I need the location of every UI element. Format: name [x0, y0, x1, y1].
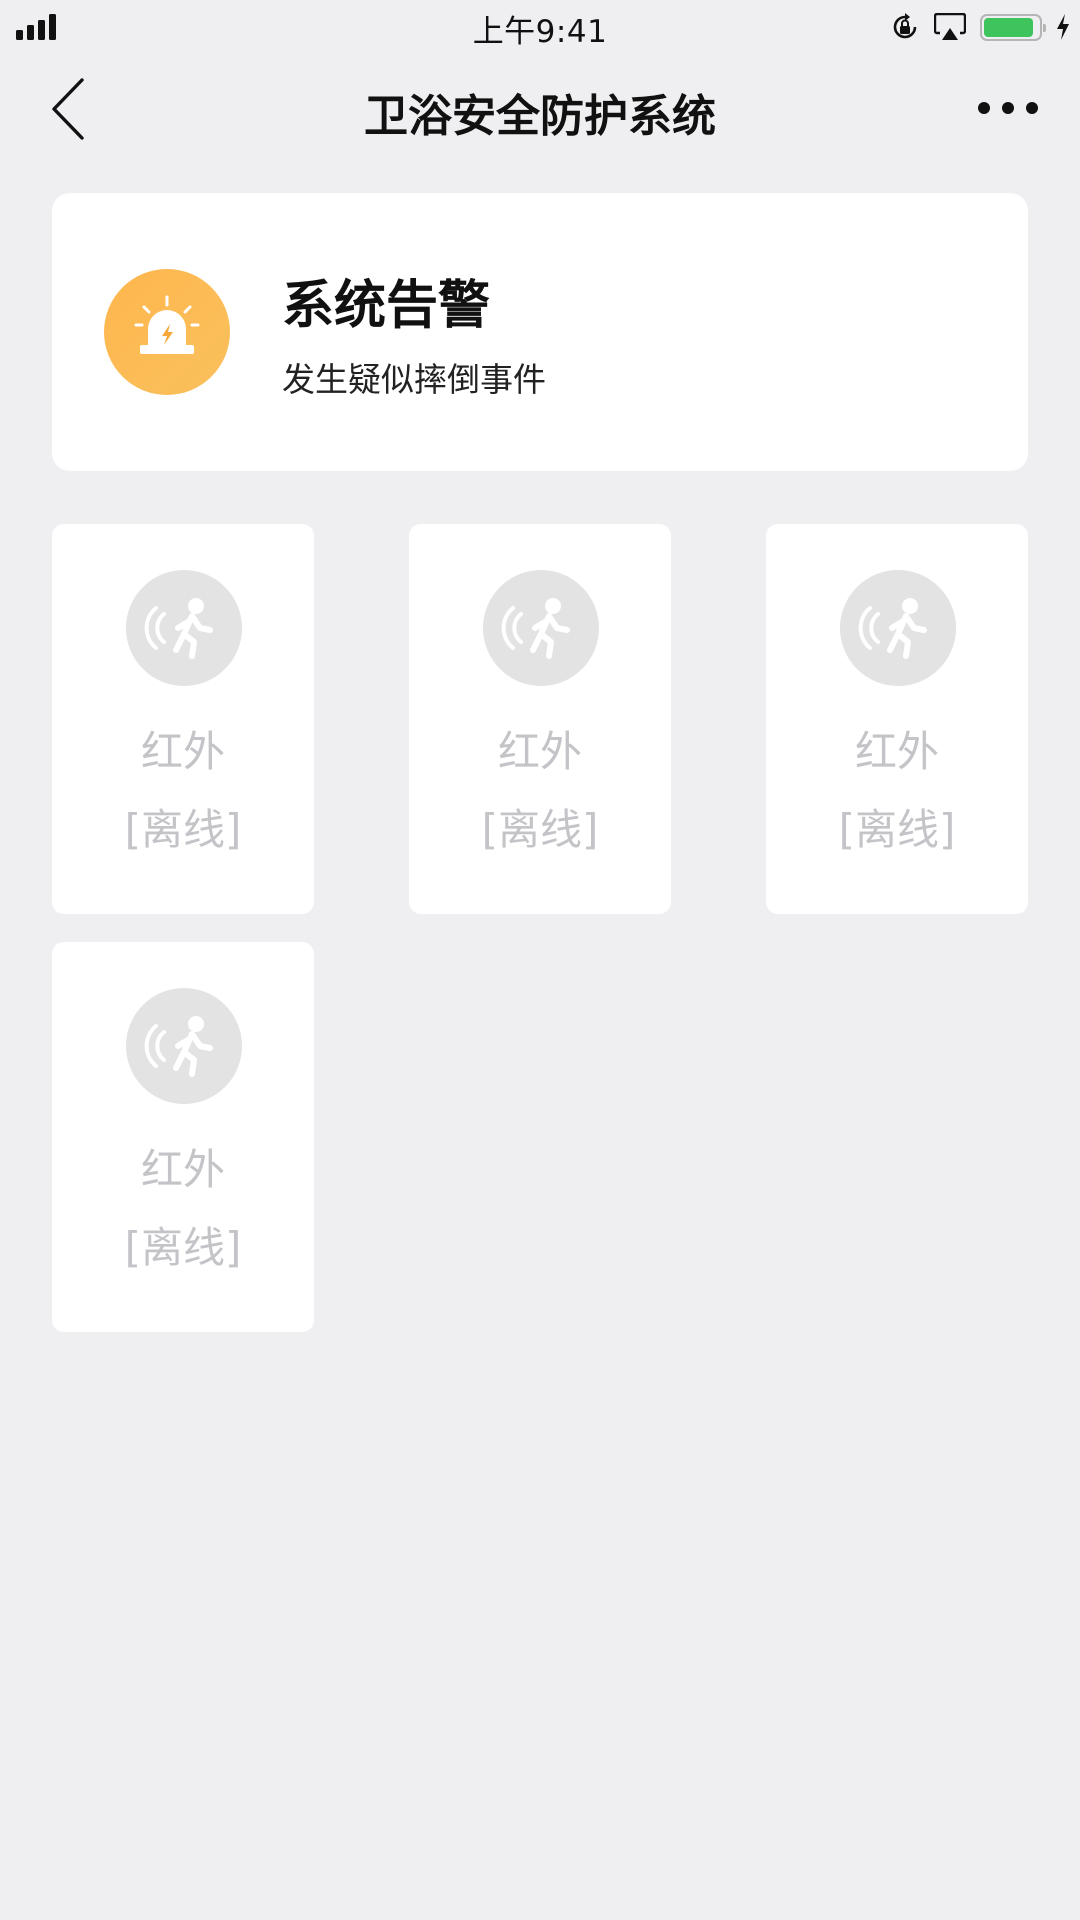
- alarm-siren-icon: [104, 269, 230, 395]
- device-card-4[interactable]: 红外 [离线]: [52, 942, 314, 1332]
- device-card-2[interactable]: 红外 [离线]: [409, 524, 671, 914]
- device-status: [离线]: [838, 805, 956, 854]
- status-icons: [890, 10, 1070, 44]
- more-icon[interactable]: [976, 98, 1040, 118]
- device-name: 红外: [140, 1145, 225, 1194]
- status-bar: 上午9:41: [0, 0, 1080, 54]
- device-status: [离线]: [124, 1223, 242, 1272]
- page-title: 卫浴安全防护系统: [364, 91, 716, 142]
- device-card-3[interactable]: 红外 [离线]: [766, 524, 1028, 914]
- system-alert-card[interactable]: 系统告警 发生疑似摔倒事件: [52, 193, 1028, 471]
- battery-level-fill: [984, 17, 1034, 37]
- device-name: 红外: [497, 727, 582, 776]
- device-name: 红外: [854, 727, 939, 776]
- device-status: [离线]: [481, 805, 599, 854]
- back-icon[interactable]: [46, 76, 90, 142]
- infrared-motion-sensor-icon: [483, 570, 599, 686]
- device-card-1[interactable]: 红外 [离线]: [52, 524, 314, 914]
- orientation-lock-icon: [893, 13, 917, 39]
- infrared-motion-sensor-icon: [126, 988, 242, 1104]
- charging-icon: [1057, 14, 1069, 40]
- alert-title: 系统告警: [282, 276, 491, 336]
- device-name: 红外: [140, 727, 225, 776]
- alert-message: 发生疑似摔倒事件: [282, 360, 546, 399]
- airplay-icon: [934, 13, 966, 40]
- infrared-motion-sensor-icon: [840, 570, 956, 686]
- battery-icon: [980, 13, 1046, 41]
- device-status: [离线]: [124, 805, 242, 854]
- infrared-motion-sensor-icon: [126, 570, 242, 686]
- nav-bar: 卫浴安全防护系统: [0, 54, 1080, 166]
